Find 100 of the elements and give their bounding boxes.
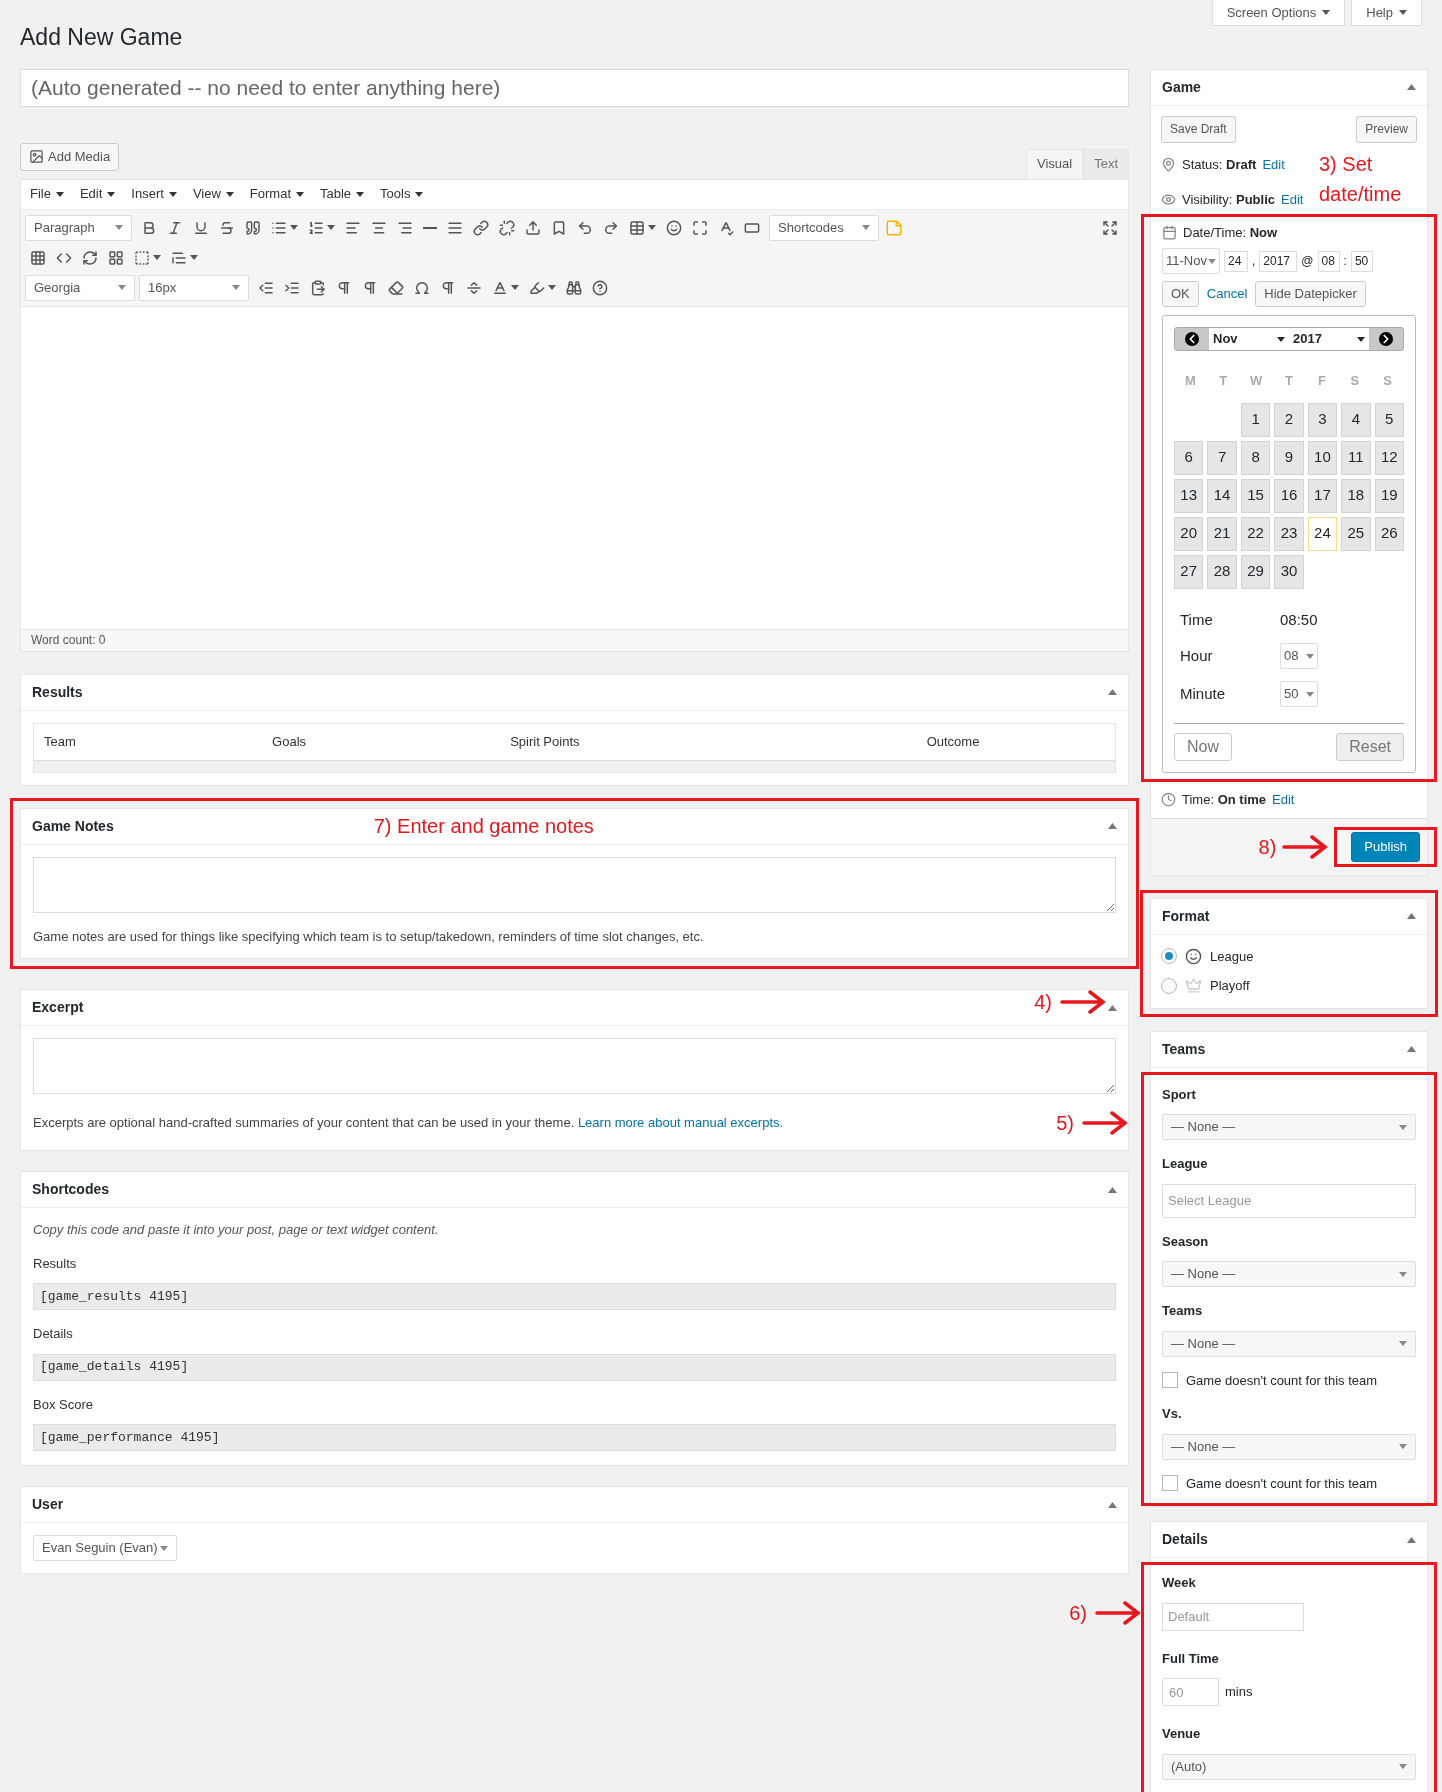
calendar-day[interactable]: 10 (1307, 440, 1338, 475)
checkbox[interactable] (1162, 1475, 1178, 1492)
calendar-day[interactable]: 21 (1207, 516, 1237, 551)
now-button[interactable]: Now (1174, 733, 1232, 761)
collapse-icon[interactable] (1108, 1501, 1117, 1508)
text-field[interactable]: Select League (1162, 1183, 1416, 1218)
calendar-day[interactable]: 16 (1274, 478, 1304, 513)
collapse-icon[interactable] (1407, 913, 1416, 919)
shortcode-field[interactable]: [game_performance 4195] (33, 1424, 1116, 1451)
editor-tab[interactable]: Text (1083, 148, 1129, 179)
calendar-day[interactable]: 19 (1374, 478, 1404, 513)
select-field[interactable]: — None — (1162, 1114, 1416, 1140)
calendar-day[interactable]: 7 (1207, 440, 1237, 475)
calendar-day[interactable]: 17 (1307, 478, 1338, 513)
select-field[interactable]: — None — (1162, 1330, 1416, 1357)
calendar-day[interactable]: 4 (1341, 402, 1371, 437)
calendar-day[interactable]: 18 (1341, 478, 1371, 513)
calendar-day[interactable]: 22 (1240, 516, 1271, 551)
bookmark-icon (551, 219, 567, 236)
menu-item[interactable]: Insert (128, 184, 180, 204)
edit-link[interactable]: Edit (1281, 190, 1304, 210)
calendar-day[interactable]: 15 (1240, 478, 1271, 513)
month-select[interactable]: Nov (1209, 328, 1289, 350)
select-field[interactable]: Shortcodes (769, 214, 879, 241)
calendar-day[interactable]: 1 (1240, 402, 1271, 437)
user-select[interactable]: Evan Seguin (Evan) (33, 1535, 177, 1561)
menu-item[interactable]: Table (317, 184, 368, 204)
edit-link[interactable]: Edit (1272, 790, 1295, 810)
minute-select[interactable]: 50 (1280, 681, 1318, 707)
hour-field[interactable]: 08 (1317, 250, 1340, 272)
caret-icon (648, 225, 656, 230)
calendar-day[interactable]: 23 (1274, 516, 1304, 551)
select-field[interactable]: — None — (1162, 1261, 1416, 1287)
save-draft-button[interactable]: Save Draft (1161, 115, 1236, 143)
hide-datepicker-button[interactable]: Hide Datepicker (1255, 281, 1366, 307)
menu-item[interactable]: Tools (377, 184, 427, 204)
calendar-day[interactable]: 28 (1207, 554, 1237, 589)
calendar-day[interactable]: 29 (1240, 554, 1271, 589)
radio-button[interactable] (1161, 948, 1177, 965)
ok-button[interactable]: OK (1162, 281, 1199, 307)
text-field[interactable]: Default (1162, 1602, 1304, 1631)
year-field[interactable]: 2017 (1259, 250, 1298, 272)
calendar-day[interactable]: 24 (1307, 516, 1338, 551)
collapse-icon[interactable] (1108, 823, 1117, 829)
shortcode-field[interactable]: [game_results 4195] (33, 1283, 1116, 1310)
add-media-button[interactable]: Add Media (20, 142, 120, 171)
edit-link[interactable]: Edit (1262, 154, 1285, 174)
menu-item[interactable]: Edit (76, 184, 119, 204)
select-field[interactable]: Georgia (25, 274, 135, 301)
cancel-link[interactable]: Cancel (1206, 284, 1248, 304)
header-tab[interactable]: Help (1351, 0, 1422, 26)
collapse-icon[interactable] (1108, 689, 1117, 695)
calendar-day[interactable]: 13 (1174, 478, 1204, 513)
editor-tab[interactable]: Visual (1025, 148, 1084, 179)
calendar-day[interactable]: 27 (1174, 554, 1204, 589)
menu-item[interactable]: View (189, 184, 237, 204)
calendar-day[interactable]: 11 (1341, 440, 1371, 475)
minute-field[interactable]: 50 (1350, 250, 1373, 272)
select-field[interactable]: 16px (139, 274, 249, 301)
time-value: 08:50 (1280, 609, 1319, 630)
collapse-icon[interactable] (1407, 84, 1416, 90)
preview-button[interactable]: Preview (1356, 115, 1417, 143)
excerpt-field[interactable] (33, 1038, 1116, 1094)
collapse-icon[interactable] (1407, 1046, 1416, 1052)
calendar-day[interactable]: 8 (1240, 440, 1271, 475)
calendar-day[interactable]: 14 (1207, 478, 1237, 513)
calendar-day[interactable]: 2 (1274, 402, 1304, 437)
calendar-day[interactable]: 26 (1374, 516, 1404, 551)
calendar-day[interactable]: 6 (1174, 440, 1204, 475)
title-field[interactable]: (Auto generated -- no need to enter anything here) (20, 68, 1129, 107)
select-field[interactable]: — None — (1162, 1433, 1416, 1460)
calendar-day[interactable]: 12 (1374, 440, 1404, 475)
collapse-icon[interactable] (1407, 1536, 1416, 1543)
field-label: League (1162, 1155, 1209, 1173)
calendar-day[interactable]: 30 (1274, 554, 1304, 589)
excerpts-link[interactable]: Learn more about manual excerpts. (577, 1115, 784, 1131)
select-field[interactable]: Paragraph (25, 214, 132, 241)
calendar-day[interactable]: 5 (1374, 402, 1404, 437)
day-field[interactable]: 24 (1224, 250, 1248, 272)
publish-button[interactable]: Publish (1351, 831, 1420, 862)
number-field[interactable]: 60 (1162, 1678, 1219, 1706)
radio-button[interactable] (1161, 977, 1177, 994)
menu-item[interactable]: File (27, 184, 67, 204)
shortcode-field[interactable]: [game_details 4195] (33, 1353, 1116, 1381)
notes-field[interactable] (33, 856, 1116, 913)
calendar-day[interactable]: 20 (1174, 516, 1204, 551)
hour-select[interactable]: 08 (1280, 643, 1318, 669)
year-select[interactable]: 2017 (1289, 328, 1369, 350)
month-select[interactable]: 11-Nov (1162, 248, 1220, 274)
select-field[interactable]: (Auto) (1162, 1753, 1416, 1780)
header-tab[interactable]: Screen Options (1211, 0, 1346, 26)
reset-button[interactable]: Reset (1336, 733, 1404, 761)
calendar-day[interactable]: 3 (1307, 402, 1338, 437)
collapse-icon[interactable] (1108, 1004, 1117, 1011)
menu-item[interactable]: Format (246, 184, 307, 204)
panel-title: Results (32, 682, 83, 702)
checkbox[interactable] (1162, 1372, 1178, 1389)
collapse-icon[interactable] (1108, 1186, 1117, 1193)
calendar-day[interactable]: 25 (1341, 516, 1371, 551)
calendar-day[interactable]: 9 (1274, 440, 1304, 475)
